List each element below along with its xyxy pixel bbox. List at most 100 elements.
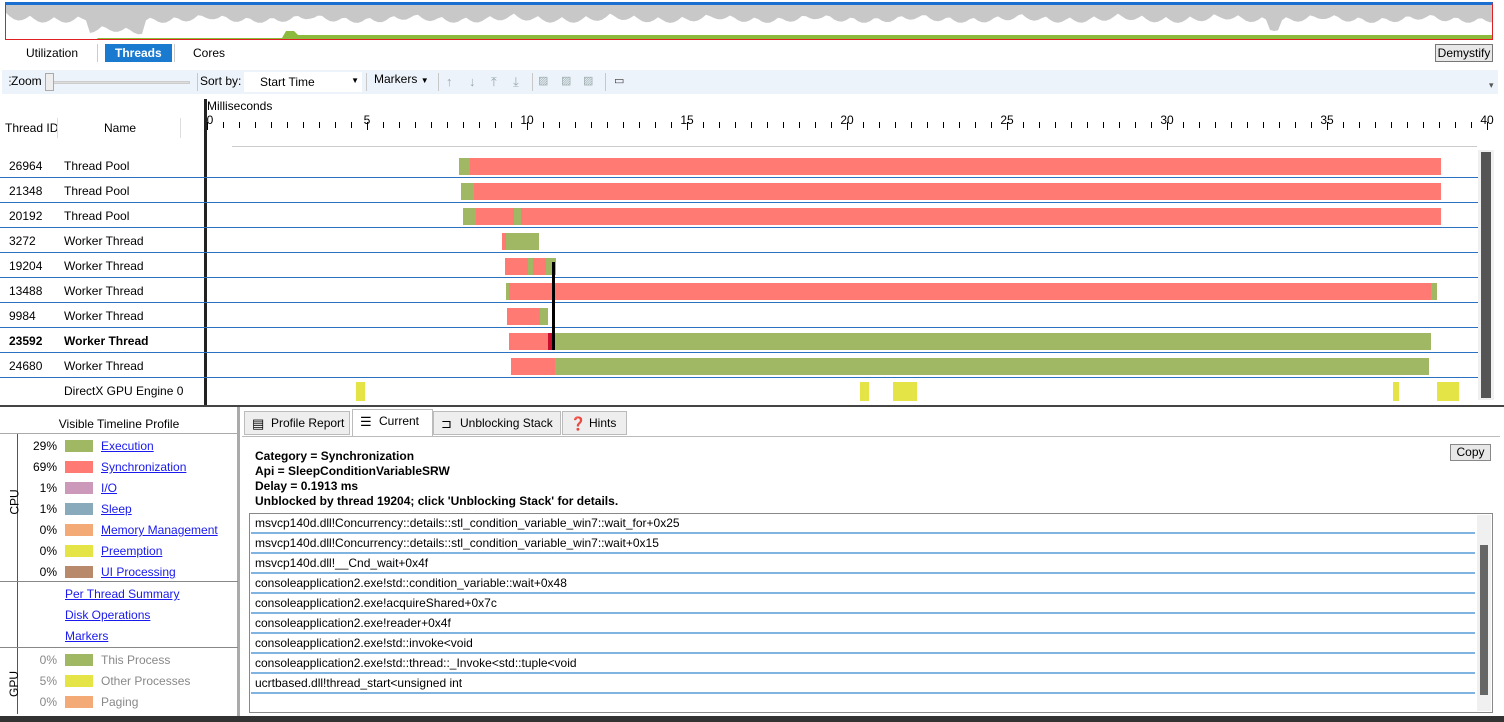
thread-row[interactable]: 13488 Worker Thread <box>0 278 1478 303</box>
stack-frame[interactable]: consoleapplication2.exe!std::invoke<void <box>251 634 1475 654</box>
thread-row[interactable]: 23592 Worker Thread <box>0 328 1478 353</box>
ruler-icon[interactable]: ▭ <box>614 74 624 87</box>
stack-frame[interactable]: msvcp140d.dll!Concurrency::details::stl_… <box>251 534 1475 554</box>
stack-scrollbar[interactable] <box>1477 515 1491 711</box>
axis-tick <box>271 122 272 128</box>
segment-gpu[interactable] <box>860 382 870 401</box>
segment-sync[interactable] <box>504 258 528 275</box>
segment-exec[interactable] <box>459 158 471 175</box>
segment-sync[interactable] <box>509 333 549 350</box>
overview-graph[interactable] <box>5 2 1493 40</box>
tab-utilization[interactable]: Utilization <box>14 44 90 62</box>
tab-unblocking-stack[interactable]: ⊐ Unblocking Stack <box>433 411 561 435</box>
axis-tick <box>1183 122 1184 128</box>
tab-cores[interactable]: Cores <box>181 44 237 62</box>
arrow-up-icon[interactable]: ↑ <box>446 74 453 89</box>
thread-row[interactable]: 24680 Worker Thread <box>0 353 1478 378</box>
legend-item: 0% Preemption <box>17 543 237 559</box>
scrollbar-thumb[interactable] <box>1480 545 1488 695</box>
tab-hints[interactable]: ❓ Hints <box>562 411 627 435</box>
filter-add-icon[interactable]: ▨ <box>538 74 548 87</box>
toolbar-overflow-icon[interactable]: ▾ <box>1489 80 1494 91</box>
scrollbar-thumb[interactable] <box>1481 152 1491 398</box>
thread-id: 23592 <box>9 334 43 348</box>
thread-row[interactable]: 26964 Thread Pool <box>0 153 1478 178</box>
thread-row[interactable]: 21348 Thread Pool <box>0 178 1478 203</box>
axis-tick <box>783 122 784 128</box>
link-per-thread-summary[interactable]: Per Thread Summary <box>65 587 180 601</box>
axis-tick <box>927 122 928 128</box>
thread-row[interactable]: 9984 Worker Thread <box>0 303 1478 328</box>
segment-gpu[interactable] <box>893 382 918 401</box>
segment-sync[interactable] <box>533 258 547 275</box>
legend-link[interactable]: UI Processing <box>101 565 176 579</box>
segment-exec[interactable] <box>554 333 1431 350</box>
stack-frame[interactable]: msvcp140d.dll!Concurrency::details::stl_… <box>251 514 1475 534</box>
stack-frame[interactable]: consoleapplication2.exe!std::condition_v… <box>251 574 1475 594</box>
segment-sync[interactable] <box>473 183 1441 200</box>
copy-button[interactable]: Copy <box>1450 444 1491 461</box>
legend-link[interactable]: Execution <box>101 439 154 453</box>
link-markers[interactable]: Markers <box>65 629 108 643</box>
segment-sync[interactable] <box>507 308 541 325</box>
thread-name: Thread Pool <box>64 209 130 223</box>
segment-exec[interactable] <box>540 308 549 325</box>
vertical-scrollbar[interactable] <box>1478 150 1494 400</box>
arrow-down-icon[interactable]: ↓ <box>469 74 476 89</box>
legend-link[interactable]: Synchronization <box>101 460 186 474</box>
stack-frame[interactable]: consoleapplication2.exe!reader+0x4f <box>251 614 1475 634</box>
axis-tick <box>895 122 896 128</box>
segment-exec[interactable] <box>461 183 474 200</box>
stack-frame[interactable]: consoleapplication2.exe!std::thread::_In… <box>251 654 1475 674</box>
segment-sync[interactable] <box>475 208 515 225</box>
stack-frame[interactable]: consoleapplication2.exe!acquireShared+0x… <box>251 594 1475 614</box>
zoom-slider-thumb[interactable] <box>45 73 54 91</box>
thread-name: Worker Thread <box>64 259 144 273</box>
bottom-panel: Visible Timeline Profile CPU GPU 29% Exec… <box>0 405 1504 722</box>
segment-sync[interactable] <box>509 283 1431 300</box>
segment-gpu[interactable] <box>1392 382 1399 401</box>
legend-percent: 0% <box>39 565 57 579</box>
stack-frame[interactable]: msvcp140d.dll!__Cnd_wait+0x4f <box>251 554 1475 574</box>
thread-row[interactable]: 3272 Worker Thread <box>0 228 1478 253</box>
thread-row[interactable]: 19204 Worker Thread <box>0 253 1478 278</box>
segment-gpu[interactable] <box>1437 382 1460 401</box>
segment-exec[interactable] <box>554 358 1430 375</box>
filter-clear-icon[interactable]: ▨ <box>583 74 593 87</box>
demystify-button[interactable]: Demystify <box>1435 44 1493 62</box>
segment-gpu[interactable] <box>356 382 366 401</box>
thread-row[interactable]: 20192 Thread Pool <box>0 203 1478 228</box>
segment-exec[interactable] <box>1431 283 1438 300</box>
filter-remove-icon[interactable]: ▨ <box>561 74 571 87</box>
segment-sync[interactable] <box>511 358 555 375</box>
axis-tick <box>1087 122 1088 128</box>
thread-id: 3272 <box>9 234 36 248</box>
thread-timeline[interactable]: Thread ID Name Milliseconds 0 5 10 15 20 25 30… <box>0 96 1504 406</box>
tab-current[interactable]: ☰ Current <box>352 409 433 436</box>
divider <box>197 73 198 91</box>
tab-threads[interactable]: Threads <box>105 44 172 62</box>
segment-exec[interactable] <box>463 208 476 225</box>
call-stack-list[interactable]: msvcp140d.dll!Concurrency::details::stl_… <box>249 513 1493 713</box>
sort-select[interactable]: Start Time ▼ <box>244 72 362 92</box>
segment-exec[interactable] <box>505 233 539 250</box>
legend-link[interactable]: Preemption <box>101 544 162 558</box>
axis-tick <box>575 122 576 128</box>
legend-item: 1% Sleep <box>17 501 237 517</box>
move-to-bottom-icon[interactable]: ⤓ <box>513 74 519 90</box>
segment-sync[interactable] <box>520 208 1441 225</box>
tab-profile-report[interactable]: ▤ Profile Report <box>244 411 350 435</box>
legend-link[interactable]: Sleep <box>101 502 132 516</box>
legend-link[interactable]: I/O <box>101 481 117 495</box>
move-to-top-icon[interactable]: ⤒ <box>491 74 497 90</box>
link-disk-operations[interactable]: Disk Operations <box>65 608 150 622</box>
legend-link[interactable]: Memory Management <box>101 523 218 537</box>
zoom-slider[interactable] <box>52 81 190 84</box>
thread-row[interactable]: DirectX GPU Engine 0 <box>0 378 1478 403</box>
thread-name: Worker Thread <box>64 284 144 298</box>
axis-tick-label: 10 <box>520 113 534 127</box>
markers-dropdown[interactable]: Markers ▼ <box>374 72 429 86</box>
segment-sync[interactable] <box>470 158 1441 175</box>
axis-tick <box>1055 122 1056 128</box>
stack-frame[interactable]: ucrtbased.dll!thread_start<unsigned int <box>251 674 1475 694</box>
